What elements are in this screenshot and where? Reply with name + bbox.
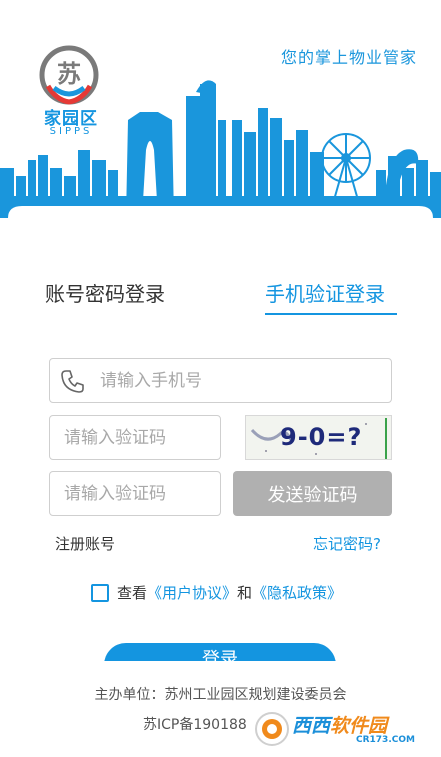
phone-field[interactable] [49, 358, 392, 403]
brand-subtitle: SIPPS [49, 126, 93, 137]
phone-input[interactable] [98, 369, 391, 392]
watermark-logo-icon [255, 712, 289, 746]
footer-sponsor: 主办单位：苏州工业园区规划建设委员会 [94, 687, 347, 703]
logo-icon: 苏 [39, 45, 99, 105]
watermark-name: 西西软件园 [292, 711, 387, 738]
watermark-name-part1: 西西 [292, 715, 331, 737]
captcha-input[interactable] [62, 426, 220, 449]
sms-code-input[interactable] [62, 482, 220, 505]
privacy-policy-link[interactable]: 《隐私政策》 [252, 582, 342, 603]
header: 苏 家园区 SIPPS 您的掌上物业管家 [0, 0, 441, 218]
forgot-password-link[interactable]: 忘记密码? [313, 533, 381, 554]
watermark: 西西软件园 CR173.COM [254, 709, 438, 749]
watermark-url: CR173.COM [356, 735, 415, 745]
agreement-prefix: 查看 [117, 584, 148, 602]
svg-text:苏: 苏 [57, 60, 81, 88]
send-code-button[interactable]: 发送验证码 [233, 471, 392, 516]
footer-icp: 苏ICP备190188 [143, 717, 247, 733]
phone-icon [61, 369, 84, 393]
watermark-name-part2: 软件园 [330, 715, 388, 737]
agreement-row: 查看 《用户协议》 和 《隐私政策》 [91, 582, 342, 603]
tab-password-login[interactable]: 账号密码登录 [45, 278, 165, 307]
slogan: 您的掌上物业管家 [280, 48, 417, 67]
captcha-image[interactable]: 9-0=? [245, 415, 392, 460]
agreement-and: 和 [237, 584, 253, 602]
captcha-field[interactable] [49, 415, 221, 460]
sms-code-field[interactable] [49, 471, 221, 516]
tab-sms-login[interactable]: 手机验证登录 [265, 278, 385, 307]
register-link[interactable]: 注册账号 [55, 533, 115, 554]
user-agreement-link[interactable]: 《用户协议》 [147, 582, 237, 603]
active-tab-indicator [265, 313, 397, 315]
captcha-text: 9-0=? [280, 423, 363, 451]
checkbox-icon[interactable] [91, 583, 109, 602]
